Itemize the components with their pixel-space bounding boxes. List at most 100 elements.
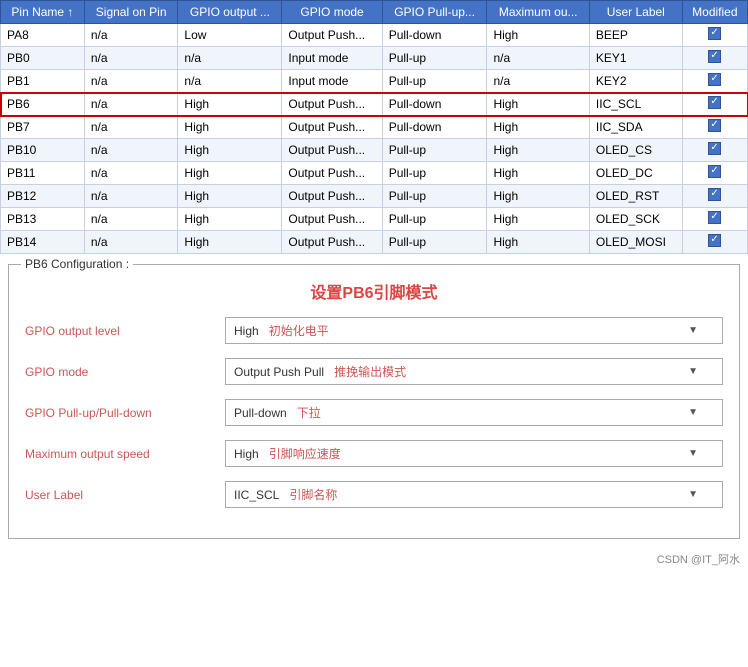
config-comment-2: 下拉: [297, 404, 321, 421]
table-cell: n/a: [178, 70, 282, 93]
table-cell: Output Push...: [282, 116, 382, 139]
config-value-4: IIC_SCL: [234, 488, 279, 502]
config-select-display-1[interactable]: Output Push Pull推挽输出模式▼: [225, 358, 723, 385]
config-select-wrapper-0[interactable]: High 初始化电平 ▼: [225, 317, 723, 344]
config-label-3: Maximum output speed: [25, 447, 225, 461]
config-select-display-0[interactable]: High 初始化电平 ▼: [225, 317, 723, 344]
table-cell: KEY1: [589, 47, 682, 70]
config-select-wrapper-1[interactable]: Output Push Pull推挽输出模式▼: [225, 358, 723, 385]
modified-checkbox-cell[interactable]: [682, 116, 747, 139]
table-cell: Pull-up: [382, 208, 487, 231]
config-section: PB6 Configuration : 设置PB6引脚模式 GPIO outpu…: [8, 264, 740, 539]
checkbox-checked-icon: [708, 211, 721, 224]
config-comment-3: 引脚响应速度: [269, 445, 341, 462]
table-cell: Pull-up: [382, 47, 487, 70]
table-cell: OLED_DC: [589, 162, 682, 185]
dropdown-arrow-icon-0: ▼: [688, 325, 698, 336]
table-cell: Pull-down: [382, 93, 487, 116]
col-header-1: Signal on Pin: [84, 1, 178, 24]
modified-checkbox-cell[interactable]: [682, 162, 747, 185]
config-value-1: Output Push Pull: [234, 365, 324, 379]
table-header-row: Pin Name ↑Signal on PinGPIO output ...GP…: [1, 1, 748, 24]
table-row[interactable]: PB13n/aHighOutput Push...Pull-upHighOLED…: [1, 208, 748, 231]
table-cell: High: [178, 139, 282, 162]
table-cell: Output Push...: [282, 139, 382, 162]
table-row[interactable]: PB10n/aHighOutput Push...Pull-upHighOLED…: [1, 139, 748, 162]
modified-checkbox-cell[interactable]: [682, 139, 747, 162]
config-row-3: Maximum output speedHigh引脚响应速度▼: [25, 440, 723, 467]
config-label-0: GPIO output level: [25, 324, 225, 338]
table-cell: Input mode: [282, 47, 382, 70]
table-cell: Output Push...: [282, 185, 382, 208]
table-cell: High: [487, 139, 589, 162]
config-comment-1: 推挽输出模式: [334, 363, 406, 380]
table-cell: BEEP: [589, 24, 682, 47]
col-header-2: GPIO output ...: [178, 1, 282, 24]
table-cell: High: [178, 185, 282, 208]
modified-checkbox-cell[interactable]: [682, 208, 747, 231]
table-row[interactable]: PB6n/aHighOutput Push...Pull-downHighIIC…: [1, 93, 748, 116]
table-cell: PB6: [1, 93, 85, 116]
dropdown-arrow-icon-4: ▼: [688, 489, 698, 500]
table-row[interactable]: PB0n/an/aInput modePull-upn/aKEY1: [1, 47, 748, 70]
table-cell: IIC_SCL: [589, 93, 682, 116]
table-cell: PB10: [1, 139, 85, 162]
config-title: 设置PB6引脚模式: [25, 279, 723, 303]
table-cell: High: [178, 93, 282, 116]
table-cell: KEY2: [589, 70, 682, 93]
table-cell: Pull-up: [382, 231, 487, 254]
config-select-wrapper-3[interactable]: High引脚响应速度▼: [225, 440, 723, 467]
pin-table: Pin Name ↑Signal on PinGPIO output ...GP…: [0, 0, 748, 254]
config-select-wrapper-4[interactable]: IIC_SCL引脚名称▼: [225, 481, 723, 508]
table-cell: PB12: [1, 185, 85, 208]
table-row[interactable]: PA8n/aLowOutput Push...Pull-downHighBEEP: [1, 24, 748, 47]
modified-checkbox-cell[interactable]: [682, 70, 747, 93]
table-cell: OLED_MOSI: [589, 231, 682, 254]
modified-checkbox-cell[interactable]: [682, 47, 747, 70]
modified-checkbox-cell[interactable]: [682, 185, 747, 208]
config-select-display-3[interactable]: High引脚响应速度▼: [225, 440, 723, 467]
table-cell: High: [487, 162, 589, 185]
checkbox-checked-icon: [708, 165, 721, 178]
table-cell: Pull-down: [382, 24, 487, 47]
checkbox-checked-icon: [708, 142, 721, 155]
table-row[interactable]: PB7n/aHighOutput Push...Pull-downHighIIC…: [1, 116, 748, 139]
table-cell: Pull-down: [382, 116, 487, 139]
checkbox-checked-icon: [708, 234, 721, 247]
table-cell: n/a: [84, 139, 178, 162]
config-row-4: User LabelIIC_SCL引脚名称▼: [25, 481, 723, 508]
config-select-display-4[interactable]: IIC_SCL引脚名称▼: [225, 481, 723, 508]
config-value-0: High: [234, 324, 259, 338]
table-cell: PB13: [1, 208, 85, 231]
config-row-0: GPIO output level High 初始化电平 ▼: [25, 317, 723, 344]
modified-checkbox-cell[interactable]: [682, 93, 747, 116]
config-comment-0: 初始化电平: [269, 322, 329, 339]
table-row[interactable]: PB1n/an/aInput modePull-upn/aKEY2: [1, 70, 748, 93]
table-cell: n/a: [84, 231, 178, 254]
table-cell: n/a: [84, 93, 178, 116]
table-cell: PB0: [1, 47, 85, 70]
col-header-0: Pin Name ↑: [1, 1, 85, 24]
watermark: CSDN @IT_阿水: [0, 549, 748, 569]
table-cell: High: [487, 93, 589, 116]
table-cell: n/a: [84, 208, 178, 231]
table-cell: High: [178, 231, 282, 254]
modified-checkbox-cell[interactable]: [682, 24, 747, 47]
config-label-1: GPIO mode: [25, 365, 225, 379]
col-header-5: Maximum ou...: [487, 1, 589, 24]
table-row[interactable]: PB11n/aHighOutput Push...Pull-upHighOLED…: [1, 162, 748, 185]
table-cell: High: [178, 116, 282, 139]
col-header-7: Modified: [682, 1, 747, 24]
table-row[interactable]: PB12n/aHighOutput Push...Pull-upHighOLED…: [1, 185, 748, 208]
config-value-2: Pull-down: [234, 406, 287, 420]
modified-checkbox-cell[interactable]: [682, 231, 747, 254]
table-cell: Output Push...: [282, 24, 382, 47]
config-row-1: GPIO modeOutput Push Pull推挽输出模式▼: [25, 358, 723, 385]
table-cell: Pull-up: [382, 162, 487, 185]
config-row-2: GPIO Pull-up/Pull-downPull-down下拉▼: [25, 399, 723, 426]
config-select-wrapper-2[interactable]: Pull-down下拉▼: [225, 399, 723, 426]
table-cell: n/a: [487, 70, 589, 93]
table-row[interactable]: PB14n/aHighOutput Push...Pull-upHighOLED…: [1, 231, 748, 254]
config-select-display-2[interactable]: Pull-down下拉▼: [225, 399, 723, 426]
table-cell: Input mode: [282, 70, 382, 93]
